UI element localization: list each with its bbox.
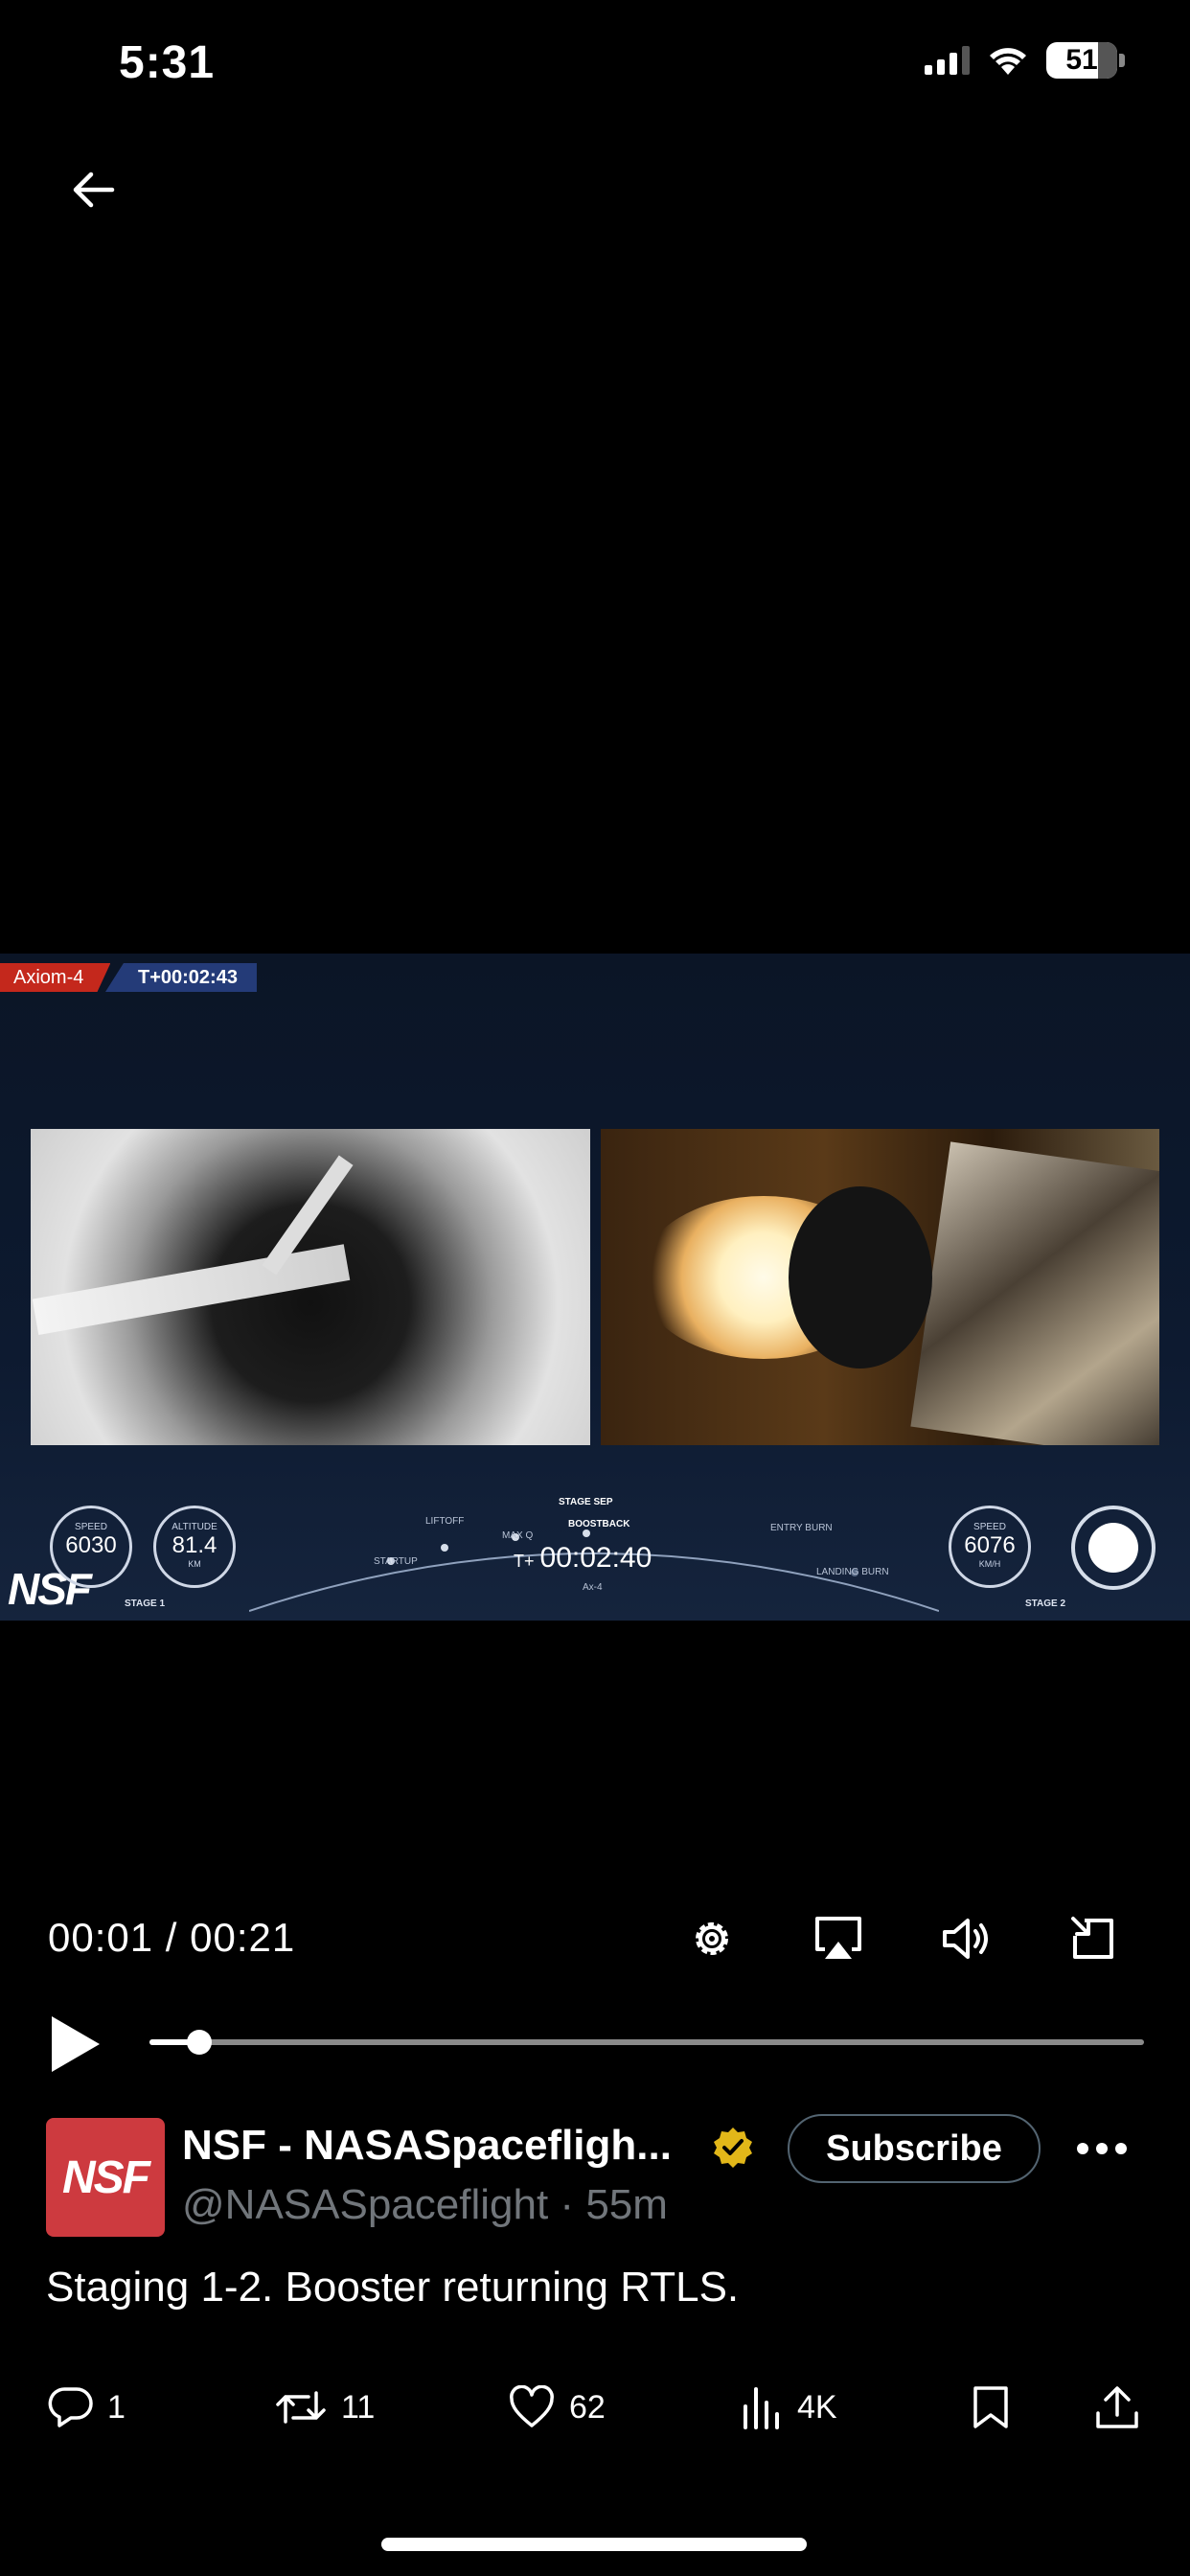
arrow-left-icon	[73, 172, 115, 208]
event-entry-burn: ENTRY BURN	[770, 1523, 833, 1533]
reply-icon	[48, 2387, 93, 2427]
share-icon	[1096, 2386, 1138, 2428]
video-player[interactable]: Axiom-4 T+00:02:43 NSF SPEED 6030 ALTITU…	[0, 954, 1190, 1621]
reply-button[interactable]: 1	[48, 2380, 126, 2434]
hud-clock-sub: Ax-4	[583, 1582, 603, 1593]
stage2-label: STAGE 2	[1025, 1598, 1066, 1609]
event-startup: STARTUP	[374, 1556, 418, 1567]
share-button[interactable]	[1094, 2380, 1140, 2434]
display-name[interactable]: NSF - NASASpacefligh...	[182, 2122, 672, 2170]
separator: ·	[560, 2181, 575, 2228]
gear-icon	[696, 1922, 728, 1955]
back-button[interactable]	[59, 161, 126, 218]
handle[interactable]: @NASASpaceflight	[182, 2181, 548, 2228]
event-stage-sep: STAGE SEP	[559, 1497, 613, 1507]
airplay-icon	[815, 1917, 861, 1959]
cellular-signal-icon	[925, 46, 970, 75]
bookmark-icon	[973, 2386, 1008, 2428]
status-indicators: 51	[925, 42, 1125, 79]
repost-button[interactable]: 11	[274, 2380, 375, 2434]
volume-icon	[943, 1919, 988, 1959]
more-options-button[interactable]	[1071, 2129, 1133, 2168]
heart-icon	[510, 2385, 554, 2427]
stage1-label: STAGE 1	[125, 1598, 166, 1609]
mission-clock-tag: T+00:02:43	[105, 963, 257, 992]
seek-bar[interactable]	[149, 2030, 1144, 2055]
post-text: Staging 1-2. Booster returning RTLS.	[46, 2264, 740, 2311]
subscribe-button[interactable]: Subscribe	[788, 2114, 1041, 2183]
avatar-text: NSF	[62, 2151, 150, 2203]
airplay-button[interactable]	[805, 1905, 872, 1972]
timestamp: 55m	[585, 2181, 668, 2228]
seek-thumb[interactable]	[186, 2030, 212, 2055]
settings-button[interactable]	[678, 1905, 745, 1972]
telemetry-hud: NSF SPEED 6030 ALTITUDE 81.4 KM STAGE 1 …	[0, 1486, 1190, 1621]
wifi-icon	[990, 48, 1026, 75]
volume-button[interactable]	[933, 1905, 1000, 1972]
hud-clock: T+ 00:02:40	[514, 1542, 652, 1574]
analytics-icon	[744, 2387, 779, 2429]
avatar[interactable]: NSF	[46, 2118, 165, 2237]
battery-icon: 51	[1046, 42, 1125, 79]
interstage-camera-view	[31, 1129, 590, 1445]
handle-row: @NASASpaceflight · 55m	[182, 2181, 668, 2229]
stage1-altitude-gauge: ALTITUDE 81.4 KM	[153, 1506, 236, 1588]
event-max-q: MAX Q	[502, 1530, 534, 1541]
bookmark-button[interactable]	[972, 2380, 1010, 2434]
mission-tag: Axiom-4	[0, 963, 111, 992]
stage2-speed-gauge: SPEED 6076 KM/H	[949, 1506, 1031, 1588]
exit-fullscreen-button[interactable]	[1060, 1905, 1127, 1972]
stage1-speed-gauge: SPEED 6030	[50, 1506, 132, 1588]
more-dot-icon	[1096, 2143, 1108, 2154]
stage2-record-indicator	[1071, 1506, 1156, 1590]
view-count: 4K	[797, 2388, 837, 2426]
verified-badge-icon	[714, 2128, 752, 2168]
like-button[interactable]: 62	[508, 2380, 606, 2434]
repost-count: 11	[341, 2388, 376, 2426]
event-liftoff: LIFTOFF	[425, 1516, 465, 1527]
status-time: 5:31	[119, 37, 216, 88]
time-readout: 00:01 / 00:21	[48, 1915, 296, 1960]
home-indicator[interactable]	[381, 2538, 807, 2551]
exit-fullscreen-icon	[1071, 1917, 1113, 1959]
repost-icon	[276, 2391, 326, 2424]
play-icon	[52, 2016, 100, 2072]
reply-count: 1	[107, 2388, 126, 2426]
event-boostback: BOOSTBACK	[568, 1519, 630, 1530]
play-button[interactable]	[46, 2012, 103, 2076]
more-dot-icon	[1115, 2143, 1127, 2154]
more-dot-icon	[1077, 2143, 1088, 2154]
battery-level: 51	[1065, 44, 1098, 76]
views-button[interactable]: 4K	[740, 2380, 837, 2434]
engine-camera-view	[601, 1129, 1159, 1445]
event-landing-burn: LANDING BURN	[816, 1567, 889, 1577]
like-count: 62	[569, 2388, 606, 2426]
